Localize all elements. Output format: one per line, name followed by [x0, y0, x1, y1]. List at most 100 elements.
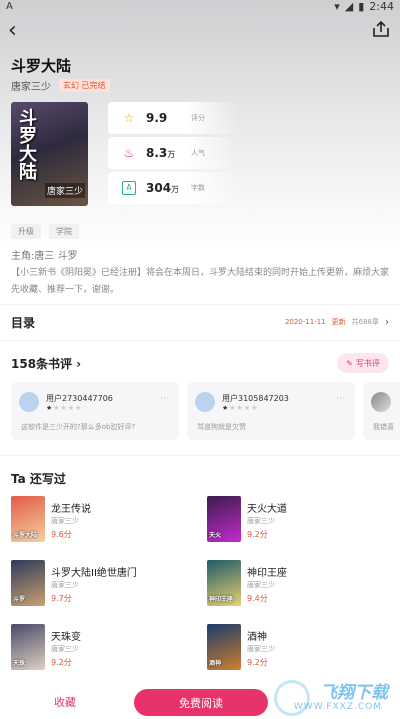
read-free-button[interactable]: 免费阅读: [134, 689, 268, 716]
rating-stars: ★★★★★: [222, 404, 259, 412]
book-item[interactable]: 神印王座 神印王座 唐家三少 9.4分: [207, 560, 392, 608]
toc-date: 2020-11-11: [284, 318, 326, 326]
stat-value: 8.3万: [146, 146, 176, 160]
wordcount-icon: A: [122, 181, 136, 195]
book-author: 唐家三少: [51, 581, 79, 589]
more-icon[interactable]: ···: [336, 394, 345, 404]
star-icon: ☆: [123, 111, 135, 125]
stat-label: 评分: [191, 114, 205, 122]
more-icon[interactable]: ···: [160, 394, 169, 404]
write-review-label: 写书评: [355, 358, 380, 368]
book-author: 唐家三少: [247, 517, 275, 525]
status-time: 2:44: [369, 0, 394, 13]
review-text: 这软件是三少开的?那么多ob怼好评?: [21, 423, 136, 431]
watermark-brand: 飞翔下载: [320, 683, 388, 703]
book-item[interactable]: 斗罗 斗罗大陆II绝世唐门 唐家三少 9.7分: [11, 560, 196, 608]
status-badge: 玄幻 已完结: [59, 79, 110, 92]
share-icon[interactable]: [372, 20, 390, 38]
review-card[interactable]: 用户2730447706 ★★★★★ ··· 这软件是三少开的?那么多ob怼好评…: [11, 382, 179, 440]
book-cover: 酒神: [207, 624, 241, 670]
toc-title: 目录: [11, 315, 36, 330]
book-score: 9.2分: [51, 658, 72, 667]
watermark-url: WWW.FXXZ.COM: [293, 702, 382, 712]
book-item[interactable]: 天火 天火大道 唐家三少 9.2分: [207, 496, 392, 544]
tag-chips: 升级 学院: [11, 224, 79, 239]
book-cover: 斗罗大陆 唐家三少: [11, 102, 88, 206]
other-books-title: Ta 还写过: [11, 472, 66, 486]
book-name: 天珠变: [51, 632, 81, 643]
signal-icon: ◢: [344, 0, 354, 13]
review-user: 用户2730447706: [46, 394, 113, 403]
avatar: [195, 392, 215, 412]
toc-row[interactable]: 目录 2020-11-11 更新 共688章 ›: [11, 314, 389, 330]
book-name: 神印王座: [247, 568, 287, 579]
favorite-button[interactable]: 收藏: [30, 694, 100, 710]
book-author: 唐家三少: [51, 645, 79, 653]
stat-wordcount: A 304万 字数: [108, 172, 238, 204]
book-item[interactable]: 斗罗大陆 龙王传说 唐家三少 9.6分: [11, 496, 196, 544]
status-indicator: A: [6, 1, 13, 12]
avatar: [371, 392, 391, 412]
book-title: 斗罗大陆: [11, 57, 72, 75]
flame-icon: ♨: [123, 146, 135, 160]
book-stats: ☆ 9.9 评分 ♨ 8.3万 人气 A 304万 字数: [108, 102, 238, 206]
book-cover: 神印王座: [207, 560, 241, 606]
write-review-button[interactable]: ✎ 写书评: [337, 353, 389, 373]
book-score: 9.7分: [51, 594, 72, 603]
review-user: 用户3105847203: [222, 394, 289, 403]
back-arrow-icon[interactable]: ‹: [8, 20, 30, 42]
tag-chip[interactable]: 升级: [11, 224, 41, 239]
toc-updated: 更新: [331, 318, 346, 326]
divider: [0, 340, 400, 341]
cover-title: 斗罗大陆: [16, 108, 37, 180]
stat-value: 304万: [146, 181, 180, 195]
tag-chip[interactable]: 学院: [49, 224, 79, 239]
stat-value: 9.9: [146, 111, 168, 125]
stat-label: 字数: [191, 184, 205, 192]
review-text: 骂道狗就是欠赞: [197, 423, 246, 431]
review-list: 用户2730447706 ★★★★★ ··· 这软件是三少开的?那么多ob怼好评…: [11, 382, 400, 442]
toc-chapter-count: 共688章: [351, 318, 379, 326]
book-name: 天火大道: [247, 504, 287, 515]
book-cover: 斗罗大陆: [11, 496, 45, 542]
book-author: 唐家三少: [247, 645, 275, 653]
review-card[interactable]: 我错喜: [363, 382, 400, 440]
stat-popularity: ♨ 8.3万 人气: [108, 137, 238, 169]
status-bar: A ▾ ◢ ▮ 2:44: [0, 0, 400, 14]
rating-stars: ★★★★★: [46, 404, 83, 412]
book-cover: 天珠: [11, 624, 45, 670]
book-author: 唐家三少: [51, 517, 79, 525]
author-row: 唐家三少 玄幻 已完结: [11, 78, 110, 93]
pen-icon: ✎: [346, 358, 353, 368]
stat-label: 人气: [191, 149, 205, 157]
divider: [0, 455, 400, 456]
reviews-header[interactable]: 158条书评 ›: [11, 355, 81, 372]
battery-icon: ▮: [358, 0, 365, 13]
chevron-right-icon: ›: [76, 356, 82, 371]
book-item[interactable]: 天珠 天珠变 唐家三少 9.2分: [11, 624, 196, 672]
book-author: 唐家三少: [247, 581, 275, 589]
book-name: 龙王传说: [51, 504, 91, 515]
book-cover: 天火: [207, 496, 241, 542]
stat-rating: ☆ 9.9 评分: [108, 102, 238, 134]
book-score: 9.4分: [247, 594, 268, 603]
cover-author: 唐家三少: [44, 183, 85, 198]
review-card[interactable]: 用户3105847203 ★★★★★ ··· 骂道狗就是欠赞: [187, 382, 355, 440]
avatar: [19, 392, 39, 412]
divider: [0, 304, 400, 305]
chevron-right-icon: ›: [385, 316, 389, 328]
book-name: 酒神: [247, 632, 267, 643]
watermark: 飞翔下载 WWW.FXXZ.COM: [274, 678, 394, 719]
wifi-icon: ▾: [334, 0, 340, 13]
book-score: 9.2分: [247, 530, 268, 539]
book-score: 9.2分: [247, 658, 268, 667]
reviews-title: 158条书评: [11, 357, 73, 371]
book-author[interactable]: 唐家三少: [11, 78, 51, 93]
synopsis[interactable]: 【小三新书《阴阳冕》已经注册】将会在本周日，斗罗大陆结束的同时开始上传更新，麻烦…: [11, 265, 389, 299]
book-cover: 斗罗: [11, 560, 45, 606]
book-name: 斗罗大陆II绝世唐门: [51, 568, 137, 579]
protagonist-line: 主角:唐三 斗罗: [11, 251, 78, 262]
review-text: 我错喜: [373, 423, 394, 431]
book-score: 9.6分: [51, 530, 72, 539]
book-item[interactable]: 酒神 酒神 唐家三少 9.2分: [207, 624, 392, 672]
